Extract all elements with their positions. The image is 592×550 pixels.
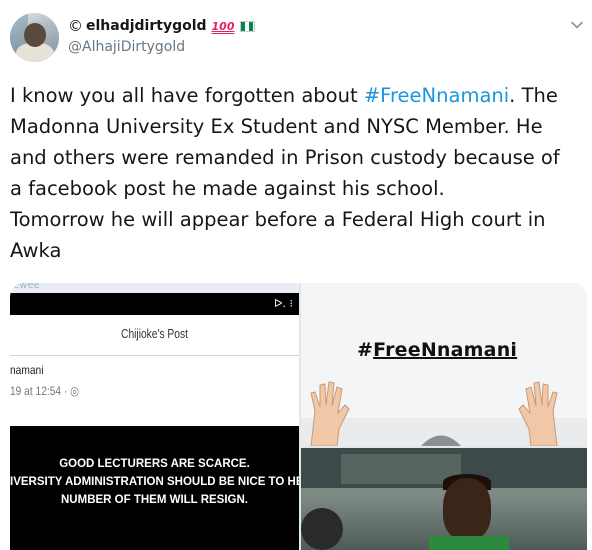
tweet-text-line: Madonna University Ex Student and NYSC M… bbox=[10, 115, 543, 138]
hashtag-image-main: FreeNnamani bbox=[373, 339, 518, 361]
name-prefix-glyph: © bbox=[68, 17, 83, 35]
display-name-text: elhadjdirtygold bbox=[86, 18, 207, 34]
tweet-text-line: I know you all have forgotten about #Fre… bbox=[10, 80, 585, 111]
hashtag-link[interactable]: #FreeNnamani bbox=[364, 84, 509, 107]
tweet-text-line: and others were remanded in Prison custo… bbox=[10, 146, 560, 169]
tweet-text: I know you all have forgotten about #Fre… bbox=[10, 80, 585, 266]
tweet-text-segment: . The bbox=[509, 84, 558, 107]
post-body-line: GOOD LECTURERS ARE SCARCE. bbox=[59, 458, 250, 470]
tweet: © elhadjdirtygold 100 @AlhajiDirtygold I… bbox=[0, 0, 592, 550]
poster-name: namani bbox=[10, 363, 44, 377]
media-grid: ewee ᐅ. ⁝ Chijioke's Post namani 19 at 1… bbox=[10, 283, 587, 550]
tweet-text-line: Awka bbox=[10, 239, 62, 262]
post-title: Chijioke's Post bbox=[121, 327, 188, 341]
photo-face bbox=[443, 478, 491, 540]
avatar[interactable] bbox=[10, 13, 59, 62]
hundred-points-emoji: 100 bbox=[211, 19, 235, 33]
display-name[interactable]: © elhadjdirtygold 100 bbox=[68, 17, 255, 35]
phone-status-bar: ᐅ. ⁝ bbox=[10, 293, 299, 315]
photo-young-man[interactable] bbox=[301, 448, 587, 550]
status-bar-icons: ᐅ. ⁝ bbox=[274, 297, 293, 310]
facebook-post-screenshot[interactable]: ewee ᐅ. ⁝ Chijioke's Post namani 19 at 1… bbox=[10, 283, 299, 550]
divider bbox=[10, 355, 299, 356]
screenshot-top-strip: ewee bbox=[10, 283, 299, 293]
tweet-author[interactable]: © elhadjdirtygold 100 @AlhajiDirtygold bbox=[68, 17, 255, 55]
post-body-line: IVERSITY ADMINISTRATION SHOULD BE NICE T… bbox=[10, 476, 299, 488]
photo-figure bbox=[301, 508, 343, 550]
photo-shirt bbox=[429, 536, 509, 550]
post-time: 19 at 12:54 · ◎ bbox=[10, 384, 80, 398]
hashtag-image-text: #FreeNnamani bbox=[357, 339, 517, 361]
raised-hands-illustration bbox=[301, 381, 587, 446]
post-body-line: NUMBER OF THEM WILL RESIGN. bbox=[61, 494, 248, 506]
chevron-down-icon[interactable] bbox=[570, 18, 584, 32]
tweet-text-line: a facebook post he made against his scho… bbox=[10, 177, 445, 200]
hashtag-image-prefix: # bbox=[357, 339, 374, 361]
tweet-text-segment: I know you all have forgotten about bbox=[10, 84, 364, 107]
user-handle[interactable]: @AlhajiDirtygold bbox=[68, 39, 255, 55]
strip-text: ewee bbox=[13, 283, 40, 291]
hashtag-image[interactable]: #FreeNnamani bbox=[301, 283, 587, 446]
nigeria-flag-icon bbox=[239, 20, 255, 32]
post-body: GOOD LECTURERS ARE SCARCE. IVERSITY ADMI… bbox=[10, 426, 299, 550]
tweet-text-line: Tomorrow he will appear before a Federal… bbox=[10, 208, 546, 231]
